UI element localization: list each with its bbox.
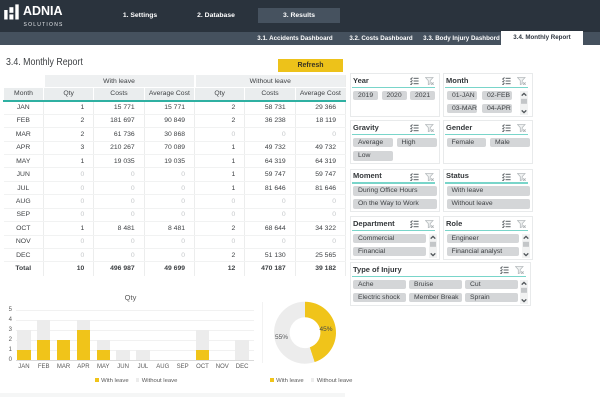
svg-text:55%: 55% [275, 334, 288, 341]
svg-text:45%: 45% [319, 326, 332, 333]
